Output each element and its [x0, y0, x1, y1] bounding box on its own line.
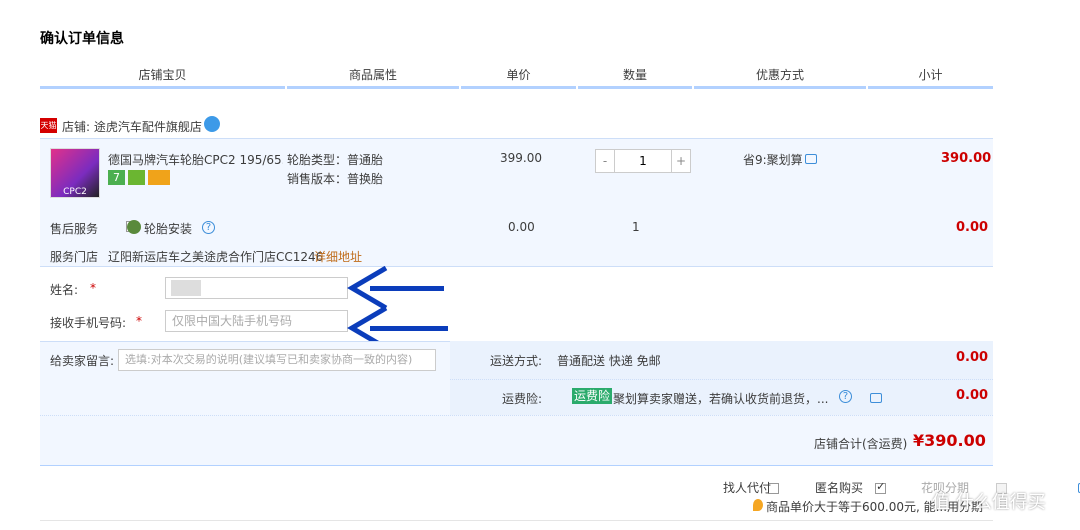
service-subtotal: 0.00	[956, 220, 989, 235]
required-mark: *	[90, 281, 96, 295]
product-name-link[interactable]: 德国马牌汽车轮胎CPC2 195/65...	[108, 151, 283, 168]
message-input[interactable]: 选填:对本次交易的说明(建议填写已和卖家协商一致的内容)	[118, 349, 436, 371]
install-icon	[127, 220, 141, 234]
message-label: 给卖家留言:	[50, 354, 115, 368]
help-icon[interactable]: ?	[202, 221, 215, 234]
service-label: 售后服务	[50, 222, 99, 236]
column-header-price: 单价	[506, 68, 531, 82]
quantity-input[interactable]: 1	[615, 149, 671, 173]
help-icon[interactable]: ?	[839, 390, 852, 403]
pay-for-me-label[interactable]: 找人代付	[723, 479, 771, 496]
store-label: 服务门店	[50, 250, 99, 264]
quantity-increase-button[interactable]: +	[671, 149, 691, 173]
insurance-text: 聚划算卖家赠送，若确认收货前退货，...	[613, 392, 829, 406]
product-thumbnail[interactable]: CPC2	[50, 148, 100, 198]
tmall-logo-icon: 天猫	[40, 118, 57, 133]
phone-input[interactable]: 仅限中国大陆手机号码	[165, 310, 348, 332]
name-redacted	[171, 280, 201, 296]
guarantee-icon	[128, 170, 145, 185]
name-label: 姓名:	[50, 283, 79, 297]
column-header-subtotal: 小计	[918, 68, 943, 82]
store-address-link[interactable]: 详细地址	[314, 248, 362, 265]
insurance-price: 0.00	[956, 388, 989, 403]
location-pin-icon	[753, 499, 763, 511]
discount-label: 省9:聚划算	[743, 153, 803, 167]
comment-icon[interactable]	[870, 393, 883, 403]
product-attr-version: 销售版本：普换胎	[287, 172, 384, 186]
watermark-logo: 值 什么值得买	[932, 492, 1046, 513]
column-header-qty: 数量	[622, 68, 647, 82]
page-title: 确认订单信息	[40, 31, 124, 47]
required-mark: *	[136, 314, 142, 328]
product-attr-type: 轮胎类型：普通胎	[287, 153, 384, 167]
quantity-decrease-button[interactable]: -	[595, 149, 615, 173]
phone-label: 接收手机号码:	[50, 316, 127, 330]
shipping-label: 运送方式:	[490, 354, 543, 368]
anonymous-label[interactable]: 匿名购买	[815, 479, 863, 496]
shipping-price: 0.00	[956, 350, 989, 365]
comment-icon[interactable]	[805, 154, 817, 164]
shop-total-value: ¥390.00	[913, 431, 986, 450]
seven-day-return-icon: 7	[108, 170, 125, 185]
unit-price: 399.00	[500, 151, 542, 165]
wangwang-chat-icon[interactable]	[204, 116, 220, 132]
header-underline	[461, 86, 576, 89]
service-qty: 1	[632, 220, 640, 234]
header-underline	[287, 86, 459, 89]
column-header-item: 店铺宝贝	[138, 68, 187, 82]
footer-divider	[40, 520, 993, 521]
shipping-method: 普通配送 快递 免邮	[557, 354, 661, 368]
header-underline	[694, 86, 866, 89]
column-header-attr: 商品属性	[348, 68, 397, 82]
store-name: 辽阳新运店车之美途虎合作门店CC1246	[108, 250, 324, 264]
divider	[40, 415, 993, 416]
shop-total-label: 店铺合计(含运费)	[814, 437, 908, 451]
service-option: 轮胎安装	[144, 222, 193, 236]
item-subtotal: 390.00	[941, 151, 992, 166]
quantity-stepper: - 1 +	[595, 149, 691, 173]
column-header-discount: 优惠方式	[755, 68, 804, 82]
shop-name[interactable]: 店铺: 途虎汽车配件旗舰店	[62, 118, 202, 135]
insurance-tag: 运费险	[572, 388, 613, 404]
insurance-label: 运费险:	[502, 392, 543, 406]
header-underline	[578, 86, 692, 89]
credit-card-icon	[148, 170, 170, 185]
header-underline	[868, 86, 993, 89]
arrow-head-icon	[347, 266, 388, 310]
service-price: 0.00	[508, 220, 535, 234]
header-underline	[40, 86, 285, 89]
anonymous-checkbox[interactable]	[875, 480, 887, 494]
